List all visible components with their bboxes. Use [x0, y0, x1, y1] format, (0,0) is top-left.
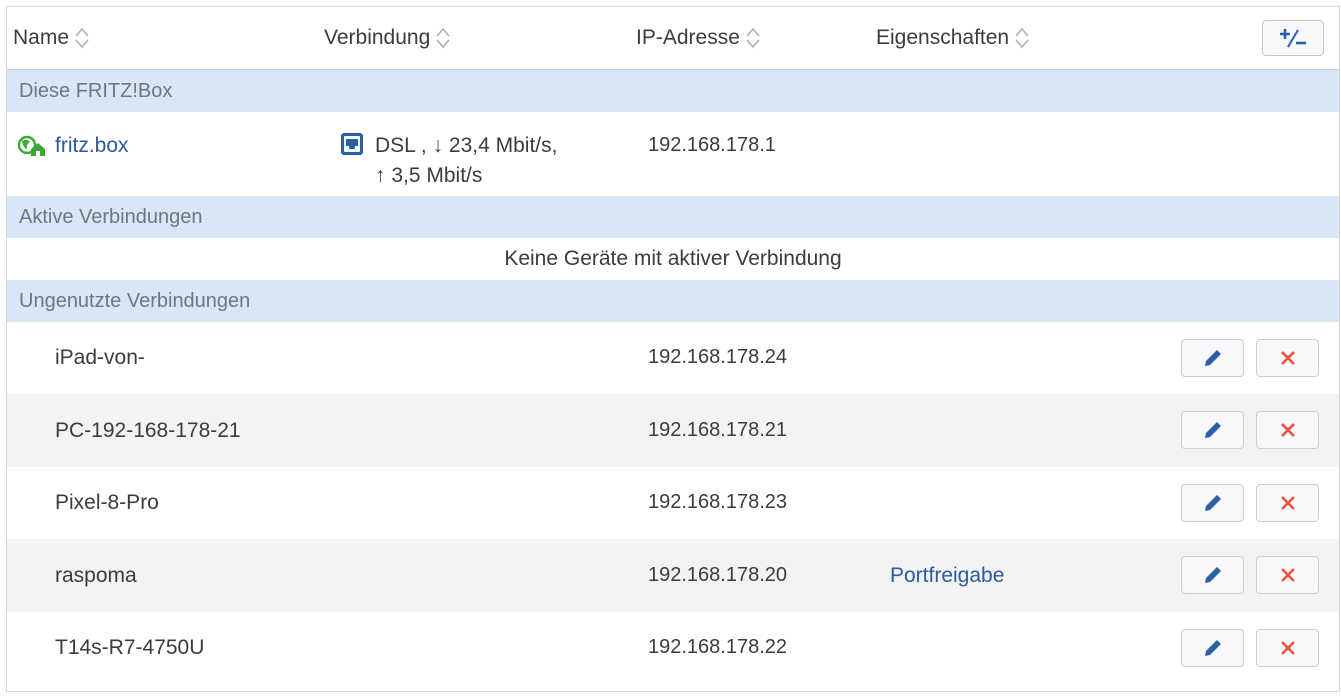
sort-icon: [1015, 27, 1029, 49]
sort-icon: [746, 27, 760, 49]
table-header: Name Verbindung IP-Adresse Eigenschaften: [7, 7, 1339, 70]
delete-button[interactable]: [1256, 556, 1319, 594]
column-ip-header[interactable]: IP-Adresse: [636, 26, 760, 50]
device-name: Pixel-8-Pro: [55, 491, 159, 514]
globe-home-icon: [18, 135, 45, 156]
table-row: raspoma 192.168.178.20 Portfreigabe: [7, 539, 1339, 612]
delete-button[interactable]: [1256, 339, 1319, 377]
pencil-icon: [1204, 495, 1221, 511]
sort-icon: [75, 27, 89, 49]
table-row: Pixel-8-Pro 192.168.178.23: [7, 467, 1339, 539]
edit-button[interactable]: [1181, 411, 1244, 449]
device-name: PC-192-168-178-21: [55, 419, 241, 442]
pencil-icon: [1204, 350, 1221, 366]
device-properties[interactable]: Portfreigabe: [890, 564, 1004, 588]
table-row-fritzbox: fritz.box DSL , ↓ 23,4 Mbit/s, ↑ 3,5 Mbi…: [7, 112, 1339, 196]
device-ip: 192.168.178.23: [648, 491, 788, 513]
pencil-icon: [1204, 422, 1221, 438]
pencil-icon: [1204, 640, 1221, 656]
edit-button[interactable]: [1181, 339, 1244, 377]
edit-button[interactable]: [1181, 484, 1244, 522]
close-icon: [1280, 568, 1295, 582]
delete-button[interactable]: [1256, 411, 1319, 449]
device-name: T14s-R7-4750U: [55, 636, 205, 659]
section-this-fritzbox: Diese FRITZ!Box: [7, 70, 1339, 112]
fritzbox-ip: 192.168.178.1: [648, 134, 776, 156]
section-active-connections: Aktive Verbindungen: [7, 196, 1339, 238]
delete-button[interactable]: [1256, 629, 1319, 667]
fritzbox-connection-line1: DSL , ↓ 23,4 Mbit/s,: [375, 134, 558, 157]
close-icon: [1280, 423, 1295, 437]
delete-button[interactable]: [1256, 484, 1319, 522]
fritzbox-connection-line2: ↑ 3,5 Mbit/s: [375, 164, 483, 187]
fritzbox-name-link[interactable]: fritz.box: [55, 134, 129, 158]
plus-minus-icon: [1280, 29, 1306, 48]
table-row: iPad-von- 192.168.178.24: [7, 322, 1339, 394]
section-unused-connections: Ungenutzte Verbindungen: [7, 280, 1339, 322]
ethernet-port-icon: [341, 133, 363, 155]
column-name-header[interactable]: Name: [13, 26, 89, 50]
column-name-label: Name: [13, 26, 70, 49]
device-ip: 192.168.178.21: [648, 419, 788, 441]
device-ip: 192.168.178.24: [648, 346, 788, 368]
table-row: PC-192-168-178-21 192.168.178.21: [7, 394, 1339, 467]
edit-button[interactable]: [1181, 629, 1244, 667]
active-empty-message: Keine Geräte mit aktiver Verbindung: [504, 247, 842, 270]
table-row: T14s-R7-4750U 192.168.178.22: [7, 612, 1339, 686]
close-icon: [1280, 641, 1295, 655]
edit-button[interactable]: [1181, 556, 1244, 594]
column-connection-label: Verbindung: [324, 26, 431, 49]
device-name: iPad-von-: [55, 346, 145, 369]
column-properties-header[interactable]: Eigenschaften: [876, 26, 1029, 50]
device-list: Name Verbindung IP-Adresse Eigenschaften…: [6, 6, 1340, 692]
close-icon: [1280, 351, 1295, 365]
device-ip: 192.168.178.20: [648, 564, 788, 586]
sort-icon: [436, 27, 450, 49]
pencil-icon: [1204, 567, 1221, 583]
device-ip: 192.168.178.22: [648, 636, 788, 658]
column-properties-label: Eigenschaften: [876, 26, 1010, 49]
column-connection-header[interactable]: Verbindung: [324, 26, 450, 50]
close-icon: [1280, 496, 1295, 510]
toggle-columns-button[interactable]: [1262, 20, 1324, 56]
column-ip-label: IP-Adresse: [636, 26, 740, 49]
active-empty-row: Keine Geräte mit aktiver Verbindung: [7, 238, 1339, 280]
device-name: raspoma: [55, 564, 137, 587]
